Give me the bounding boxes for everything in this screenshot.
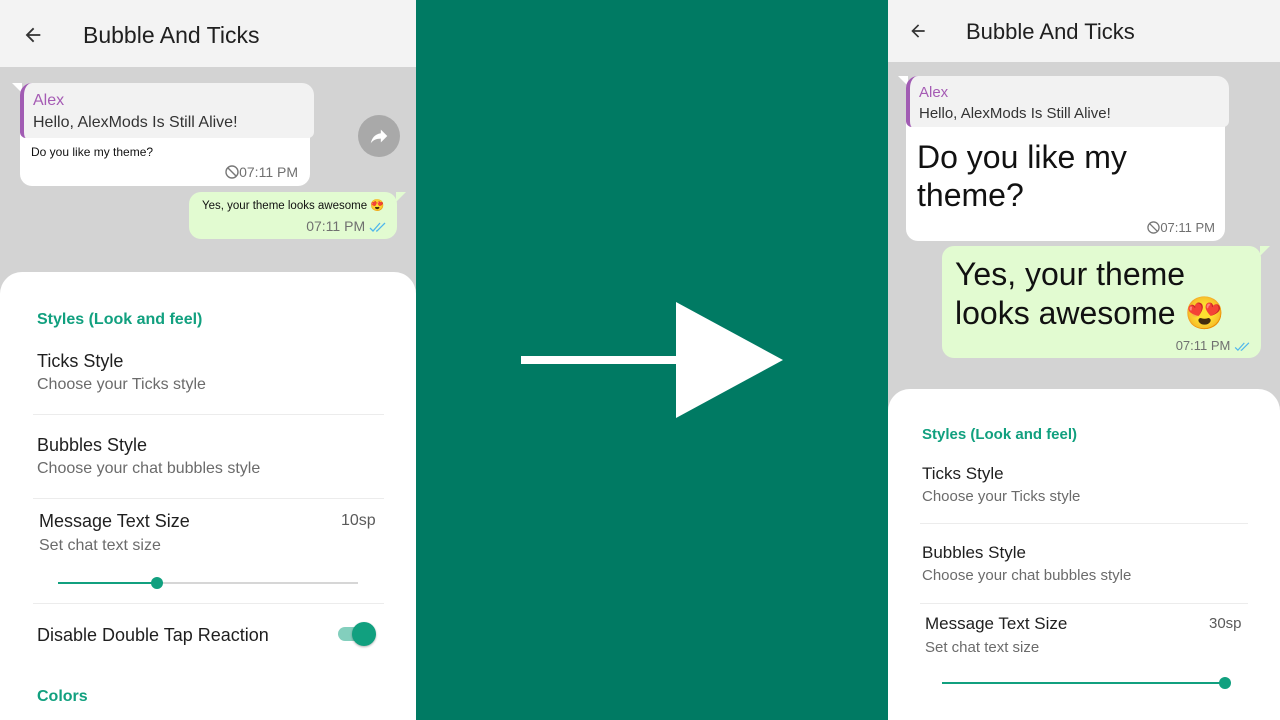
text-size-value: 10sp — [341, 512, 376, 529]
text-size-value: 30sp — [1209, 615, 1242, 632]
quote-text: Hello, AlexMods Is Still Alive! — [33, 114, 238, 131]
text-size-slider[interactable] — [942, 677, 1231, 689]
double-tick-icon — [369, 222, 386, 232]
setting-title: Bubbles Style — [37, 435, 148, 455]
phone-after: Bubble And Ticks Alex Hello, AlexMods Is… — [888, 0, 1280, 720]
setting-subtitle: Choose your Ticks style — [37, 376, 206, 393]
arrow-back-icon[interactable] — [908, 21, 928, 41]
message-text: Yes, your theme looks awesome 😍 — [955, 255, 1224, 333]
message-meta: 07:11 PM — [1176, 338, 1251, 353]
setting-title: Bubbles Style — [922, 543, 1026, 562]
app-bar: Bubble And Ticks — [888, 0, 1280, 62]
quote-sender: Alex — [33, 92, 65, 109]
setting-disable-double-tap[interactable]: Disable Double Tap Reaction — [0, 612, 416, 662]
right-arrow-head — [676, 302, 783, 418]
quote-text: Hello, AlexMods Is Still Alive! — [919, 105, 1111, 122]
forward-icon — [370, 129, 388, 144]
message-meta: 07:11 PM — [1147, 220, 1215, 235]
setting-subtitle: Choose your Ticks style — [922, 488, 1081, 505]
slider-thumb[interactable] — [1219, 677, 1231, 689]
setting-subtitle: Set chat text size — [39, 537, 161, 554]
page-title: Bubble And Ticks — [966, 19, 1135, 44]
setting-title: Ticks Style — [37, 351, 124, 371]
clock-icon — [225, 165, 239, 179]
arrow-back-icon[interactable] — [22, 24, 44, 46]
settings-sheet: Styles (Look and feel) Ticks Style Choos… — [888, 389, 1280, 720]
outgoing-message[interactable]: Yes, your theme looks awesome 😍 07:11 PM — [942, 246, 1261, 358]
slider-thumb[interactable] — [151, 577, 163, 589]
setting-bubbles-style[interactable]: Bubbles Style Choose your chat bubbles s… — [0, 426, 416, 496]
message-line: Yes, your theme — [955, 256, 1186, 292]
setting-ticks-style[interactable]: Ticks Style Choose your Ticks style — [0, 342, 416, 412]
divider — [33, 414, 384, 415]
setting-ticks-style[interactable]: Ticks Style Choose your Ticks style — [888, 454, 1280, 520]
divider — [33, 498, 384, 499]
double-tick-icon — [1234, 342, 1250, 352]
section-header-styles: Styles (Look and feel) — [922, 426, 1078, 443]
incoming-message[interactable]: Alex Hello, AlexMods Is Still Alive! Do … — [20, 83, 314, 186]
settings-sheet: Styles (Look and feel) Ticks Style Choos… — [0, 272, 416, 720]
divider — [920, 603, 1248, 604]
message-line: theme? — [917, 177, 1024, 213]
message-meta: 07:11 PM — [225, 164, 298, 180]
message-line: Do you like my — [917, 139, 1127, 175]
outgoing-message[interactable]: Yes, your theme looks awesome 😍 07:11 PM — [189, 192, 397, 239]
setting-subtitle: Set chat text size — [925, 639, 1040, 656]
section-header-colors: Colors — [37, 688, 88, 705]
app-bar: Bubble And Ticks — [0, 0, 416, 67]
toggle-thumb — [352, 622, 376, 646]
message-text: Do you like my theme? — [31, 145, 154, 159]
bubble-tail — [1260, 246, 1270, 256]
setting-title: Ticks Style — [922, 464, 1004, 483]
message-time: 07:11 PM — [239, 164, 298, 180]
clock-icon — [1147, 221, 1161, 234]
setting-bubbles-style[interactable]: Bubbles Style Choose your chat bubbles s… — [888, 534, 1280, 600]
setting-title: Message Text Size — [39, 511, 190, 531]
incoming-message[interactable]: Alex Hello, AlexMods Is Still Alive! Do … — [906, 76, 1229, 241]
setting-message-text-size: Message Text Size 30sp Set chat text siz… — [888, 605, 1280, 705]
setting-subtitle: Choose your chat bubbles style — [922, 567, 1132, 584]
message-time: 07:11 PM — [1175, 338, 1231, 353]
section-header-styles: Styles (Look and feel) — [37, 311, 203, 328]
quote-sender: Alex — [919, 84, 949, 101]
double-tap-toggle[interactable] — [338, 621, 378, 647]
setting-subtitle: Choose your chat bubbles style — [37, 460, 261, 477]
phone-before: Bubble And Ticks Alex Hello, AlexMods Is… — [0, 0, 416, 720]
divider — [920, 523, 1248, 524]
quoted-message[interactable]: Alex Hello, AlexMods Is Still Alive! — [20, 83, 314, 138]
page-title: Bubble And Ticks — [83, 22, 260, 48]
forward-button[interactable] — [358, 115, 400, 157]
message-text: Yes, your theme looks awesome 😍 — [202, 200, 385, 212]
setting-title: Disable Double Tap Reaction — [37, 625, 269, 645]
text-size-slider[interactable] — [58, 577, 358, 589]
slider-fill — [58, 582, 157, 584]
bubble-tail — [396, 192, 406, 202]
slider-fill — [942, 682, 1225, 684]
message-meta: 07:11 PM — [306, 218, 387, 234]
message-text: Do you like my theme? — [917, 138, 1127, 214]
message-time: 07:11 PM — [306, 218, 366, 234]
setting-message-text-size: Message Text Size 10sp Set chat text siz… — [0, 502, 416, 602]
message-time: 07:11 PM — [1160, 220, 1215, 235]
divider — [33, 603, 384, 604]
setting-title: Message Text Size — [925, 614, 1068, 633]
message-line: looks awesome 😍 — [955, 295, 1225, 331]
right-arrow-icon — [521, 356, 691, 364]
quoted-message[interactable]: Alex Hello, AlexMods Is Still Alive! — [906, 76, 1229, 127]
